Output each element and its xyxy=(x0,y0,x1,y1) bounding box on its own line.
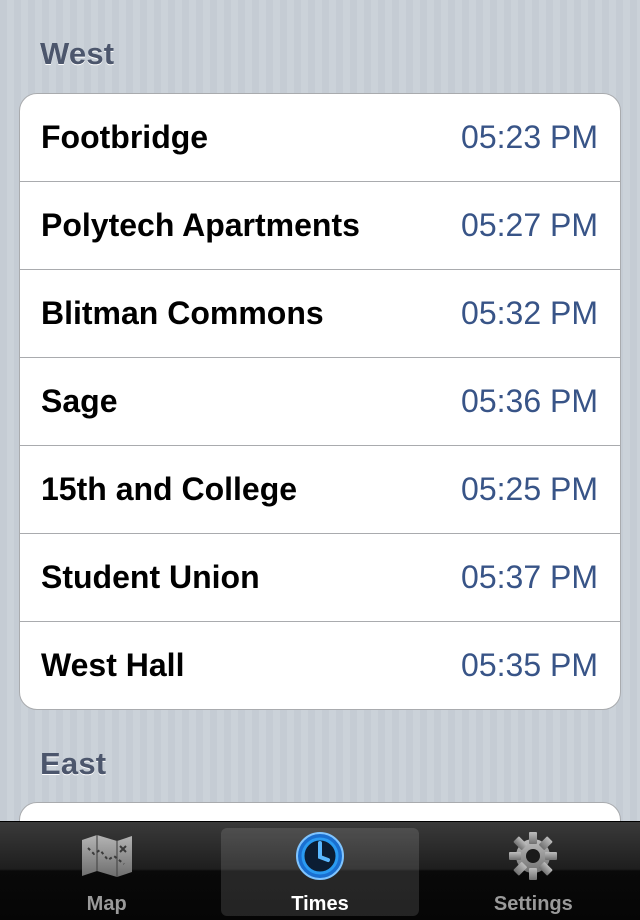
tab-settings[interactable]: Settings xyxy=(427,822,640,920)
west-stops-group: Footbridge 05:23 PM Polytech Apartments … xyxy=(19,93,621,710)
stop-time: 05:35 PM xyxy=(461,647,598,683)
stop-row[interactable]: Blitman Commons 05:32 PM xyxy=(20,270,620,358)
tab-bar: Map Times Settings xyxy=(0,821,640,920)
tab-map-label: Map xyxy=(86,893,127,915)
stop-row[interactable]: Student Union 05:37 PM xyxy=(20,534,620,622)
tab-map[interactable]: Map xyxy=(0,822,213,920)
east-stops-group xyxy=(19,802,621,822)
stop-name: Student Union xyxy=(41,559,260,595)
stop-name: Sage xyxy=(41,383,118,419)
section-header-east: East xyxy=(40,746,107,781)
stop-row[interactable]: Sage 05:36 PM xyxy=(20,358,620,446)
stop-time: 05:23 PM xyxy=(461,119,598,155)
clock-icon xyxy=(295,832,344,880)
stop-time: 05:32 PM xyxy=(461,295,598,331)
gear-icon xyxy=(509,832,558,880)
stop-row[interactable]: West Hall 05:35 PM xyxy=(20,622,620,709)
times-scroll-view[interactable]: West Footbridge 05:23 PM Polytech Apartm… xyxy=(0,0,640,822)
stop-time: 05:36 PM xyxy=(461,383,598,419)
stop-time: 05:27 PM xyxy=(461,207,598,243)
stop-row[interactable]: Footbridge 05:23 PM xyxy=(20,94,620,182)
stop-row[interactable]: 15th and College 05:25 PM xyxy=(20,446,620,534)
tab-times[interactable]: Times xyxy=(213,822,426,920)
tab-times-label: Times xyxy=(291,893,349,915)
stop-name: 15th and College xyxy=(41,471,298,507)
tab-settings-label: Settings xyxy=(493,893,573,915)
stop-name: Blitman Commons xyxy=(41,295,324,331)
stop-name: West Hall xyxy=(41,647,185,683)
stop-name: Polytech Apartments xyxy=(41,207,360,243)
stop-time: 05:37 PM xyxy=(461,559,598,595)
stop-time: 05:25 PM xyxy=(461,471,598,507)
stop-row[interactable]: Polytech Apartments 05:27 PM xyxy=(20,182,620,270)
section-header-west: West xyxy=(40,36,115,71)
map-icon xyxy=(81,835,132,877)
stop-name: Footbridge xyxy=(41,119,209,155)
